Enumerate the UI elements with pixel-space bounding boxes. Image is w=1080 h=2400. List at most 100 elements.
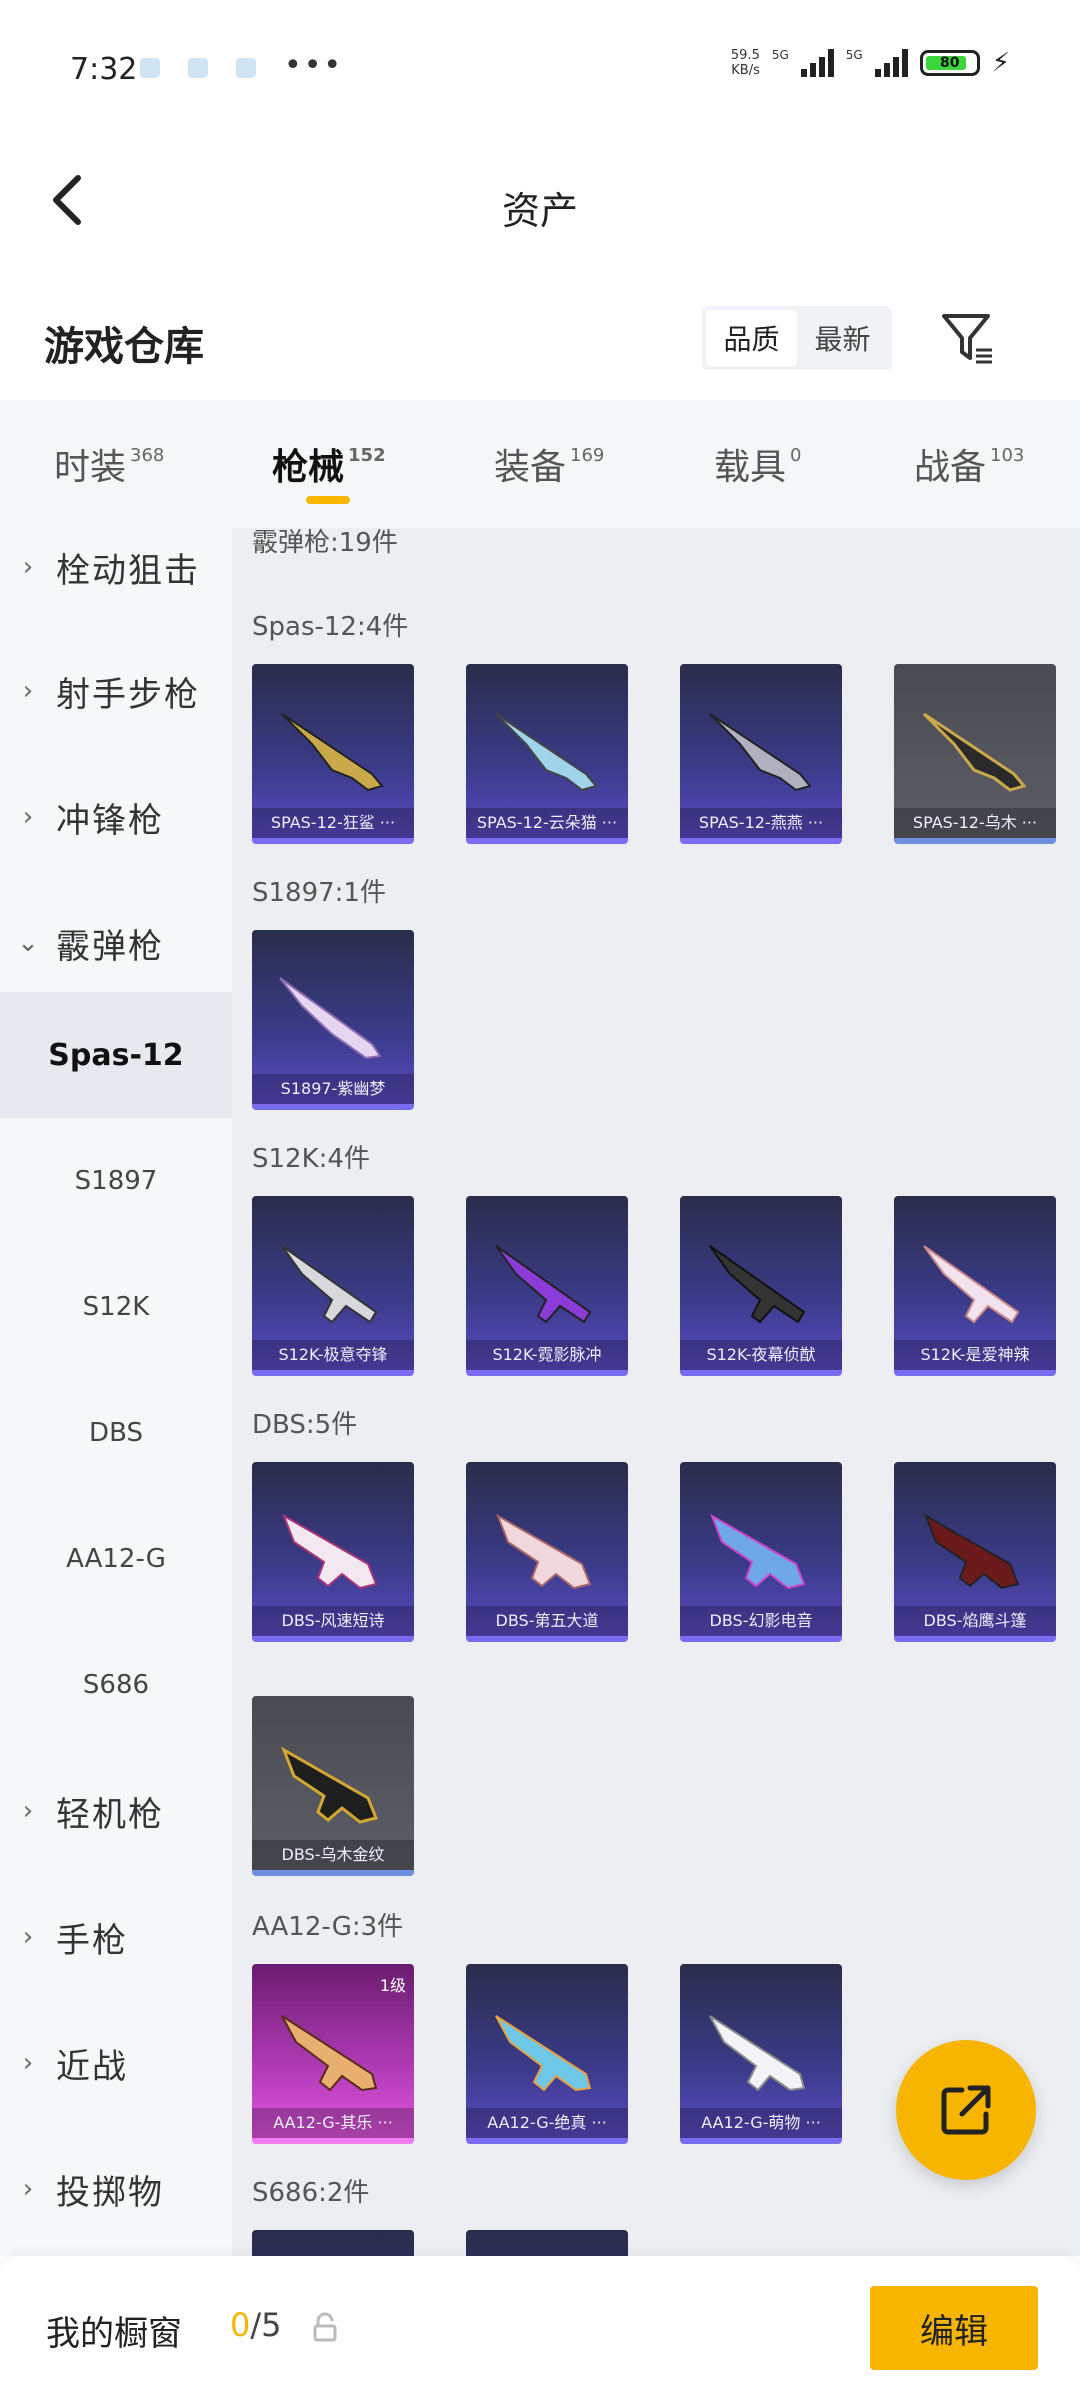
more-notifications-icon: ••• [284,48,344,83]
sidebar-item-label: 近战 [56,2046,128,2087]
rifle-skin-icon [709,1245,806,1324]
sidebar-item-bolt-sniper[interactable]: › 栓动狙击 [0,528,232,630]
item-card[interactable]: SPAS-12-燕燕 ··· [680,664,842,844]
item-name: DBS-焰鹰斗篷 [894,1606,1056,1636]
sidebar-subitem-spas12[interactable]: Spas-12 [0,992,232,1118]
tab-count: 152 [348,445,386,466]
sidebar-item-lmg[interactable]: › 轻机枪 [0,1748,232,1874]
notification-icon [140,58,160,78]
tab-label: 装备 [494,447,567,488]
tab-count: 169 [570,445,605,466]
item-card[interactable]: DBS-第五大道 [466,1462,628,1642]
item-card[interactable]: SPAS-12-乌木 ··· [894,664,1056,844]
shotgun-skin-icon [496,1513,592,1590]
sidebar-subitem-dbs[interactable]: DBS [0,1370,232,1496]
tab-count: 103 [990,445,1025,466]
item-level-badge: 1级 [379,1976,406,1995]
item-card[interactable]: S12K-极意夺锋 [252,1196,414,1376]
item-card[interactable]: S12K-霓影脉冲 [466,1196,628,1376]
sidebar-item-throwable[interactable]: › 投掷物 [0,2126,232,2252]
item-card[interactable]: S12K-夜幕侦猷 [680,1196,842,1376]
page-title: 资产 [501,189,578,233]
tab-label: 枪械 [272,447,345,488]
item-name: DBS-乌木金纹 [252,1840,414,1870]
sidebar-item-label: 霰弹枪 [56,926,164,967]
item-card[interactable]: S1897-紫幽梦 [252,930,414,1110]
item-card[interactable]: 1级 AA12-G-其乐 ··· [252,1964,414,2144]
sidebar-item-label: 手枪 [56,1920,128,1961]
sidebar-subitem-aa12g[interactable]: AA12-G [0,1496,232,1622]
item-card[interactable]: AA12-G-萌物 ··· [680,1964,842,2144]
shotgun-skin-icon [282,1513,378,1590]
chevron-right-icon: › [22,2174,34,2204]
chevron-right-icon: › [22,552,34,582]
lock-icon [313,2312,337,2342]
sidebar-subitem-s12k[interactable]: S12K [0,1244,232,1370]
showcase-count: 0/5 [230,2306,282,2344]
item-name: AA12-G-萌物 ··· [680,2108,842,2138]
item-card[interactable]: AA12-G-绝真 ··· [466,1964,628,2144]
shotgun-skin-icon [922,712,1027,792]
sidebar-item-label: 射手步枪 [56,674,200,715]
showcase-label: 我的橱窗 [46,2314,182,2354]
item-name: S12K-霓影脉冲 [466,1340,628,1370]
network-speed-value: 59.5 [730,48,760,63]
item-name: SPAS-12-狂鲨 ··· [252,808,414,838]
item-name: SPAS-12-云朵猫 ··· [466,808,628,838]
sidebar-item-marksman[interactable]: › 射手步枪 [0,628,232,754]
item-name: S12K-夜幕侦猷 [680,1340,842,1370]
share-button[interactable] [896,2040,1036,2180]
battery-icon: 80 [919,50,980,76]
share-icon [941,2085,991,2135]
item-card[interactable]: S12K-是爱神辣 [894,1196,1056,1376]
item-card[interactable]: DBS-幻影电音 [680,1462,842,1642]
item-name: S1897-紫幽梦 [252,1074,414,1104]
sidebar-item-label: 冲锋枪 [56,800,164,841]
category-tabs: 时装 368 枪械 152 装备 169 载具 0 战备 103 [0,400,1080,528]
signal-type-label: 5G [771,48,789,62]
tab-vehicles[interactable]: 载具 0 [714,438,801,490]
item-card[interactable] [252,2230,414,2256]
sidebar-item-pistol[interactable]: › 手枪 [0,1874,232,2000]
group-title-dbs: DBS:5件 [252,1410,358,1440]
bottom-bar: 我的橱窗 0/5 编辑 [0,2256,1080,2400]
sidebar-item-label: 栓动狙击 [56,550,200,591]
tab-equipment[interactable]: 装备 169 [494,438,604,490]
item-card[interactable]: DBS-风速短诗 [252,1462,414,1642]
warehouse-title: 游戏仓库 [44,324,204,370]
group-title-s1897: S1897:1件 [252,878,386,908]
tab-guns[interactable]: 枪械 152 [272,438,386,490]
group-title-aa12g: AA12-G:3件 [252,1912,404,1942]
rifle-skin-icon [281,1245,378,1324]
item-name: DBS-幻影电音 [680,1606,842,1636]
filter-icon[interactable] [940,310,996,366]
item-card[interactable]: DBS-乌木金纹 [252,1696,414,1876]
active-tab-indicator [306,496,350,504]
item-card[interactable]: DBS-焰鹰斗篷 [894,1462,1056,1642]
tab-count: 0 [790,445,802,466]
tab-fashion[interactable]: 时装 368 [54,438,164,490]
notification-icons [140,58,256,78]
sort-toggle: 品质 最新 [702,306,892,370]
sidebar-subitem-s686[interactable]: S686 [0,1622,232,1748]
item-card[interactable] [466,2230,628,2256]
signal-type-label: 5G [845,48,863,62]
signal-icon [800,49,834,77]
item-card[interactable]: SPAS-12-云朵猫 ··· [466,664,628,844]
sidebar-subitem-s1897[interactable]: S1897 [0,1118,232,1244]
item-name: S12K-是爱神辣 [894,1340,1056,1370]
sidebar-item-smg[interactable]: › 冲锋枪 [0,754,232,880]
tab-supplies[interactable]: 战备 103 [914,438,1024,490]
rifle-skin-icon [495,1245,592,1324]
item-name: SPAS-12-燕燕 ··· [680,808,842,838]
notification-icon [236,58,256,78]
sort-quality-button[interactable]: 品质 [706,310,797,366]
sidebar-item-shotgun[interactable]: ⌄ 霰弹枪 [0,880,232,1006]
group-title-s12k: S12K:4件 [252,1144,370,1174]
chevron-right-icon: › [22,802,34,832]
sort-newest-button[interactable]: 最新 [797,310,888,366]
sidebar-item-melee[interactable]: › 近战 [0,2000,232,2126]
edit-button[interactable]: 编辑 [870,2286,1038,2370]
shotgun-skin-icon [710,1513,806,1590]
item-card[interactable]: SPAS-12-狂鲨 ··· [252,664,414,844]
